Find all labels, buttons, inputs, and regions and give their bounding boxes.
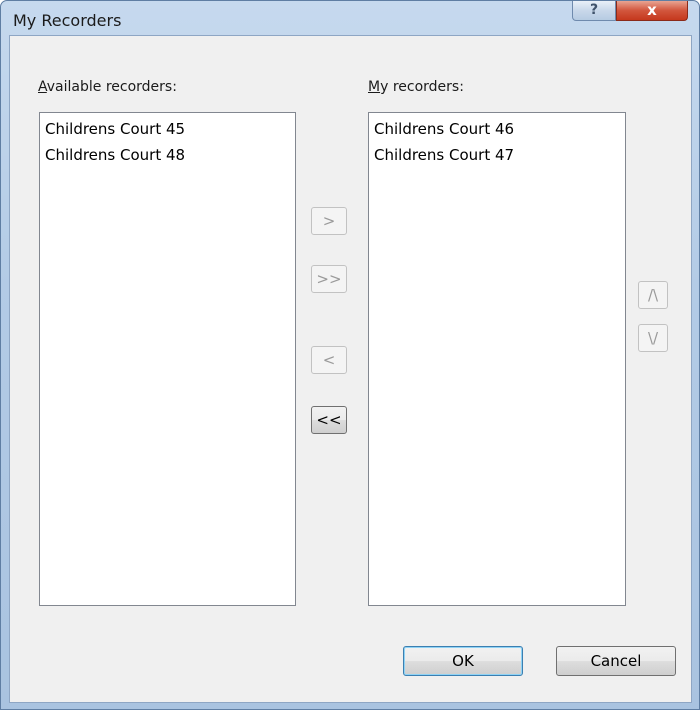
available-recorders-label-accelerator: A: [38, 79, 47, 95]
list-item[interactable]: Childrens Court 46: [373, 116, 625, 142]
list-item[interactable]: Childrens Court 47: [373, 142, 625, 168]
available-recorders-label: Available recorders:: [38, 79, 177, 95]
my-recorders-label-text: y recorders:: [380, 79, 464, 95]
list-item[interactable]: Childrens Court 48: [44, 142, 295, 168]
move-down-button[interactable]: \/: [638, 324, 668, 352]
available-recorders-label-text: vailable recorders:: [46, 79, 177, 95]
add-all-button[interactable]: >>: [311, 265, 347, 293]
help-button[interactable]: ?: [572, 1, 616, 21]
cancel-button[interactable]: Cancel: [556, 646, 676, 676]
my-recorders-label: My recorders:: [368, 79, 464, 95]
dialog-content: Available recorders: My recorders: Child…: [9, 35, 692, 703]
add-button[interactable]: >: [311, 207, 347, 235]
remove-button[interactable]: <: [311, 346, 347, 374]
my-recorders-list[interactable]: Childrens Court 46 Childrens Court 47: [368, 112, 626, 606]
available-recorders-list[interactable]: Childrens Court 45 Childrens Court 48: [39, 112, 296, 606]
move-up-button[interactable]: /\: [638, 281, 668, 309]
help-icon: ?: [589, 2, 599, 18]
dialog-window: My Recorders ? x Available recorders: My…: [0, 0, 700, 710]
title-bar[interactable]: My Recorders ? x: [1, 1, 700, 35]
close-button[interactable]: x: [616, 1, 688, 21]
my-recorders-label-accelerator: M: [368, 79, 381, 95]
close-icon: x: [647, 1, 657, 19]
remove-all-button[interactable]: <<: [311, 406, 347, 434]
window-title: My Recorders: [13, 11, 122, 30]
ok-button[interactable]: OK: [403, 646, 523, 676]
list-item[interactable]: Childrens Court 45: [44, 116, 295, 142]
